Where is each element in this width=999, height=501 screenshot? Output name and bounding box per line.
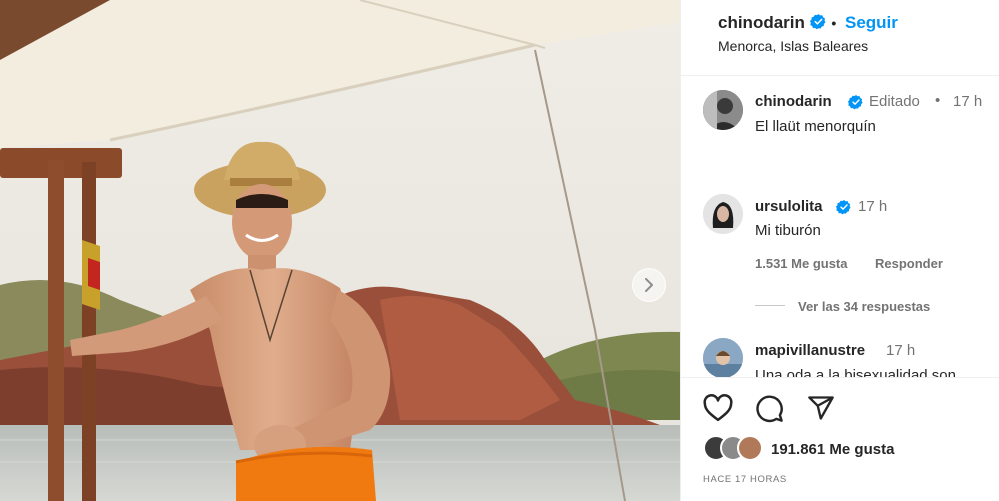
avatar[interactable] [703,338,743,377]
avatar-image [703,90,743,130]
liker-avatars[interactable] [703,435,765,461]
avatar-image [703,338,743,377]
view-replies-button[interactable]: Ver las 34 respuestas [798,299,930,314]
total-likes[interactable]: 191.861 Me gusta [771,441,894,458]
avatar[interactable] [703,194,743,234]
post-actions: 191.861 Me gusta HACE 17 HORAS [681,377,999,501]
author-username[interactable]: chinodarin • [718,13,836,33]
chevron-right-icon [645,278,653,292]
comment-username[interactable]: ursulolita [755,198,823,215]
post-photo [0,0,680,501]
replies-divider [755,305,785,306]
comments-list[interactable]: chinodarin Editado • 17 h El llaüt menor… [681,77,999,377]
post-header: chinodarin • Seguir Menorca, Islas Balea… [681,0,999,76]
verified-badge-icon [836,200,851,215]
separator-dot: • [831,15,837,31]
verified-badge-icon [809,14,826,30]
likes-label[interactable]: Me gusta [829,441,894,458]
avatar-image [703,194,743,234]
comment-username[interactable]: mapivillanustre [755,342,865,359]
post-location[interactable]: Menorca, Islas Baleares [718,38,868,54]
post-side-panel: chinodarin • Seguir Menorca, Islas Balea… [680,0,999,501]
comment-icon[interactable] [755,394,784,423]
verified-badge-icon [848,95,863,110]
heart-icon[interactable] [703,394,733,422]
follow-button[interactable]: Seguir [845,13,898,33]
avatar[interactable] [703,90,743,130]
post-time-ago[interactable]: HACE 17 HORAS [703,474,787,485]
likes-count[interactable]: 191.861 [771,441,825,458]
comment-time[interactable]: 17 h [858,198,887,215]
reply-button[interactable]: Responder [875,256,943,271]
comment-text: Una oda a la bisexualidad son... [755,367,969,377]
share-icon[interactable] [807,394,835,422]
author-username-text[interactable]: chinodarin [718,13,805,32]
beach-boat-photo [0,0,680,501]
avatar [737,435,763,461]
comment-time[interactable]: 17 h [953,93,982,110]
comment-likes[interactable]: 1.531 Me gusta [755,256,848,271]
carousel-next-button[interactable] [632,268,666,302]
comment-username[interactable]: chinodarin [755,93,832,110]
comment-text: Mi tiburón [755,222,821,239]
comment-edited-label: Editado [869,93,920,110]
comment-time[interactable]: 17 h [886,342,915,359]
separator-dot: • [935,92,941,109]
comment-text: El llaüt menorquín [755,118,876,135]
